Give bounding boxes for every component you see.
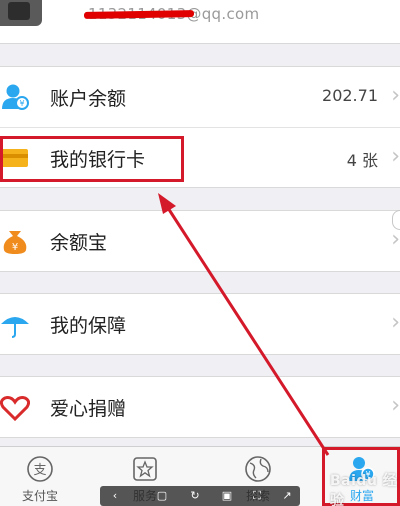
group-insurance: 我的保障 › (0, 293, 400, 355)
balance-value: 202.71 (322, 86, 378, 105)
umbrella-icon (1, 317, 29, 338)
tab-alipay[interactable]: 支 支付宝 (0, 447, 80, 506)
row-label: 余额宝 (50, 232, 108, 254)
row-insurance[interactable]: 我的保障 › (0, 294, 400, 354)
save-icon[interactable]: ▣ (220, 489, 234, 502)
globe-icon (245, 456, 271, 482)
svg-text:¥: ¥ (12, 242, 18, 253)
star-icon (133, 457, 157, 481)
svg-text:支: 支 (33, 463, 46, 478)
fullscreen-icon[interactable]: ⛶ (250, 489, 264, 502)
share-icon[interactable]: ↗ (280, 489, 294, 502)
heart-icon (0, 396, 30, 421)
chevron-right-icon: › (391, 310, 400, 335)
group-donation: 爱心捐赠 › (0, 376, 400, 438)
account-header[interactable]: 1132114013@qq.com (0, 0, 400, 44)
back-icon[interactable]: ‹ (108, 489, 122, 502)
row-label: 账户余额 (50, 88, 127, 110)
tab-label: 支付宝 (21, 489, 58, 503)
row-donation[interactable]: 爱心捐赠 › (0, 377, 400, 437)
row-yuebao[interactable]: ¥ 余额宝 › (0, 211, 400, 271)
avatar[interactable] (0, 0, 42, 26)
crop-icon[interactable]: ▢ (155, 489, 169, 502)
chevron-right-icon: › (391, 144, 400, 169)
watermark: Baidu 经验 (330, 473, 398, 506)
row-label: 我的保障 (50, 315, 127, 337)
highlight-bank-card (0, 136, 184, 182)
scroll-handle[interactable] (392, 210, 400, 230)
wealth-screen: 1132114013@qq.com ¥ 账户余额 202.71 › 我的银行卡 … (0, 0, 400, 506)
group-yuebao: ¥ 余额宝 › (0, 210, 400, 272)
chevron-right-icon: › (391, 227, 400, 252)
refresh-icon[interactable]: ↻ (188, 489, 202, 502)
svg-text:¥: ¥ (19, 99, 24, 108)
card-count: 4 张 (346, 151, 378, 170)
account-balance-icon: ¥ (2, 84, 29, 110)
row-label: 爱心捐赠 (50, 398, 127, 420)
row-account-balance[interactable]: ¥ 账户余额 202.71 › (0, 67, 400, 127)
alipay-icon: 支 (27, 456, 53, 482)
chevron-right-icon: › (391, 393, 400, 418)
chevron-right-icon: › (391, 83, 400, 108)
money-bag-icon: ¥ (3, 231, 27, 254)
floating-toolbar: ‹ ▢ ↻ ▣ ⛶ ↗ (100, 486, 300, 506)
